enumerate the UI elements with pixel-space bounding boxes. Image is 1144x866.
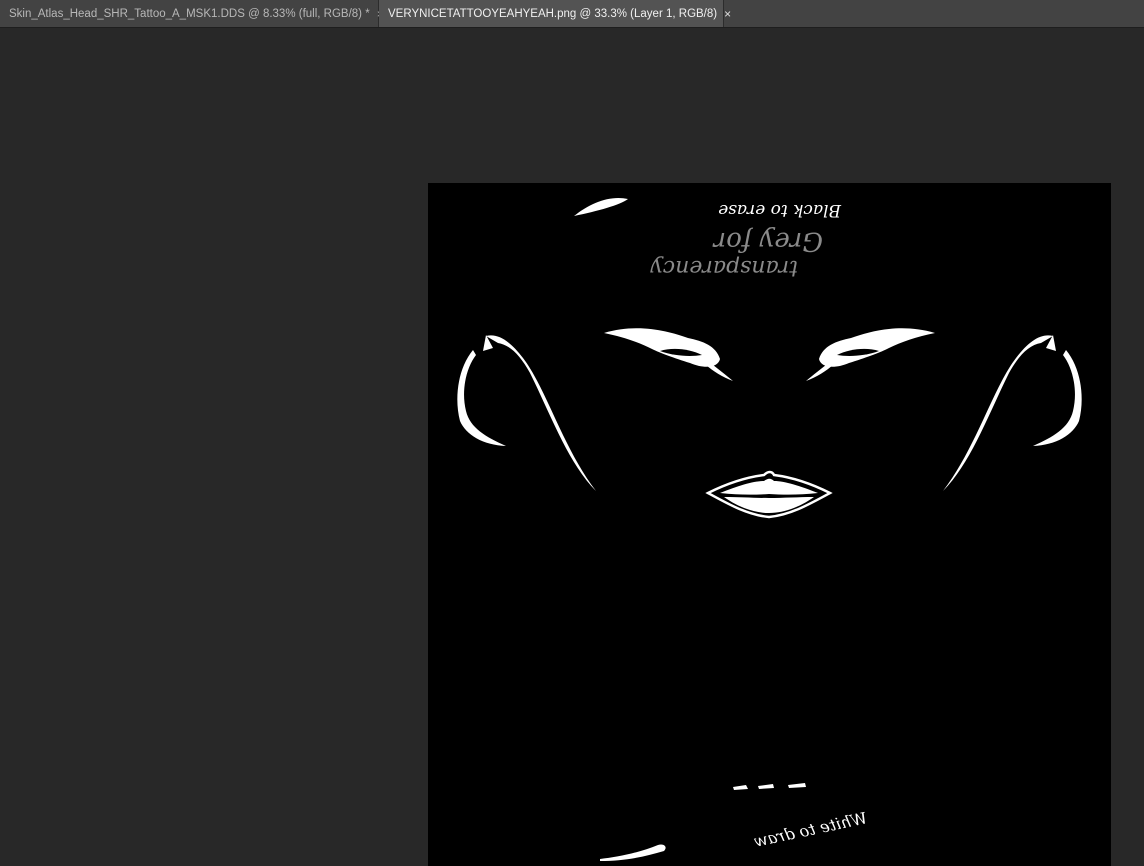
annotation-black-text: Black to erase (718, 200, 842, 220)
document-tab-verynicetattoo[interactable]: VERYNICETATTOOYEAHYEAH.png @ 33.3% (Laye… (379, 0, 731, 27)
document-tab-skin-atlas[interactable]: Skin_Atlas_Head_SHR_Tattoo_A_MSK1.DDS @ … (0, 0, 384, 27)
document-canvas[interactable]: Black to erase Grey for transparency Whi… (428, 183, 1111, 866)
annotation-grey-for: Grey for (712, 226, 823, 256)
close-tab-icon[interactable]: × (724, 8, 731, 20)
annotation-grey-transparency: transparency (650, 255, 798, 280)
tab-label: VERYNICETATTOOYEAHYEAH.png @ 33.3% (Laye… (388, 7, 718, 20)
canvas-workspace[interactable]: Black to erase Grey for transparency Whi… (0, 28, 1144, 866)
annotation-black-to-erase: Black to erase (718, 200, 842, 220)
tattoo-mask-artwork: Black to erase Grey for transparency Whi… (428, 183, 1111, 866)
document-tab-bar: Skin_Atlas_Head_SHR_Tattoo_A_MSK1.DDS @ … (0, 0, 1144, 28)
canvas-background (428, 183, 1111, 866)
annotation-grey-text-2: transparency (650, 255, 798, 280)
tab-label: Skin_Atlas_Head_SHR_Tattoo_A_MSK1.DDS @ … (9, 7, 370, 20)
annotation-grey-text-1: Grey for (712, 226, 823, 256)
